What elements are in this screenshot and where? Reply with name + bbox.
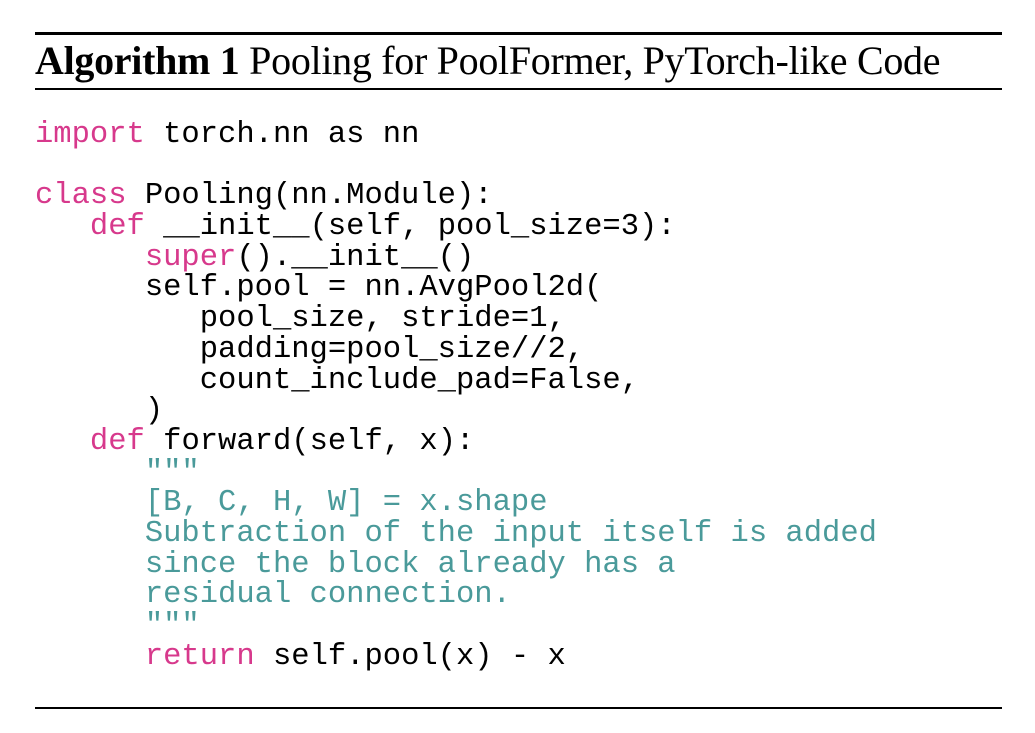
- code-line: super().__init__(): [35, 240, 877, 275]
- code-docstring: residual connection.: [144, 578, 511, 613]
- code-text: ): [144, 394, 164, 429]
- code-keyword: def: [89, 210, 145, 245]
- code-line: padding=pool_size//2,: [35, 332, 877, 367]
- code-docstring: [B, C, H, W] = x.shape: [144, 486, 548, 521]
- code-line: def forward(self, x):: [35, 427, 877, 458]
- code-docstring: """: [144, 609, 200, 643]
- code-keyword: super: [144, 240, 237, 275]
- code-text: forward(self, x):: [144, 424, 475, 459]
- code-text: pool_size, stride=1,: [199, 302, 566, 337]
- code-line: count_include_pad=False,: [35, 363, 877, 398]
- code-line: residual connection.: [35, 580, 877, 611]
- code-listing: import torch.nn as nn class Pooling(nn.Mo…: [35, 120, 877, 672]
- code-line: return self.pool(x) - x: [35, 639, 877, 674]
- code-line: ): [35, 396, 877, 427]
- code-line: [B, C, H, W] = x.shape: [35, 488, 877, 519]
- bottom-rule: [35, 707, 1002, 709]
- code-line: since the block already has a: [35, 547, 877, 582]
- code-docstring: Subtraction of the input itself is added: [144, 516, 877, 551]
- code-keyword: class: [35, 179, 127, 214]
- code-text: self.pool = nn.AvgPool2d(: [144, 271, 603, 306]
- code-line: pool_size, stride=1,: [35, 304, 877, 335]
- code-line: def __init__(self, pool_size=3):: [35, 212, 877, 243]
- algorithm-title: Pooling for PoolFormer, PyTorch-like Cod…: [249, 38, 941, 83]
- code-text: self.pool(x) - x: [254, 639, 566, 674]
- code-text: __init__(self, pool_size=3):: [144, 210, 676, 245]
- top-rule: [35, 32, 1002, 35]
- code-line: Subtraction of the input itself is added: [35, 519, 877, 550]
- code-text: count_include_pad=False,: [199, 363, 640, 398]
- code-text: Pooling(nn.Module):: [126, 179, 493, 214]
- code-line: class Pooling(nn.Module):: [35, 181, 877, 212]
- code-text: torch.nn as nn: [144, 118, 420, 152]
- code-line: self.pool = nn.AvgPool2d(: [35, 273, 877, 304]
- code-docstring: """: [144, 455, 200, 490]
- code-line: import torch.nn as nn: [35, 120, 877, 151]
- code-text: padding=pool_size//2,: [199, 332, 585, 367]
- code-text: ().__init__(): [236, 240, 475, 275]
- algorithm-caption: Algorithm 1 Pooling for PoolFormer, PyTo…: [35, 38, 941, 84]
- algorithm-label: Algorithm 1: [35, 38, 240, 83]
- code-docstring: since the block already has a: [144, 547, 676, 582]
- code-line: """: [35, 455, 877, 490]
- code-keyword: import: [35, 118, 145, 152]
- caption-rule: [35, 88, 1002, 90]
- code-keyword: def: [89, 424, 145, 459]
- code-keyword: return: [144, 639, 255, 674]
- code-line: """: [35, 611, 877, 642]
